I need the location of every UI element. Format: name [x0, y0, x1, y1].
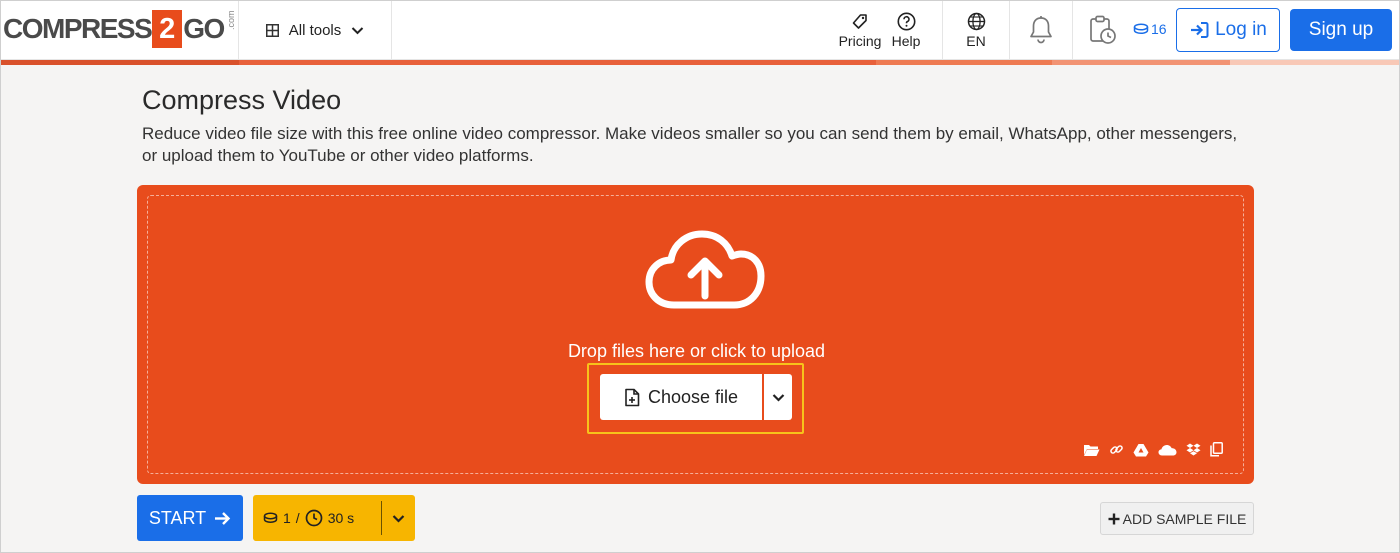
globe-icon — [967, 12, 985, 31]
arrow-right-icon — [215, 511, 231, 525]
logo[interactable]: COMPRESS 2 GO .com — [3, 9, 236, 49]
choose-file-dropdown-toggle[interactable] — [764, 374, 792, 420]
tag-icon — [852, 13, 867, 29]
help-label: Help — [891, 33, 921, 49]
choose-file-label: Choose file — [647, 386, 739, 407]
pricing-link[interactable]: Pricing — [835, 1, 885, 60]
cost-time: 30 s — [327, 510, 355, 526]
conversion-cost-selector[interactable]: 1 / 30 s — [253, 495, 415, 541]
link-icon[interactable] — [1109, 442, 1124, 457]
file-dropzone[interactable]: Drop files here or click to upload Choos… — [137, 185, 1254, 484]
add-sample-file-label: ADD SAMPLE FILE — [1122, 510, 1247, 527]
clipboard-icon[interactable] — [1210, 442, 1223, 457]
logo-suffix: .com — [225, 10, 236, 30]
clipboard-clock-icon — [1090, 15, 1116, 44]
conversion-cost-summary: 1 / 30 s — [253, 495, 381, 541]
cloud-upload-icon — [645, 230, 765, 309]
bell-icon — [1030, 15, 1052, 43]
start-label: START — [148, 507, 207, 528]
credits-indicator[interactable]: 16 — [1133, 21, 1167, 37]
page-description: Reduce video file size with this free on… — [142, 124, 1238, 165]
signup-button[interactable]: Sign up — [1290, 9, 1392, 51]
header-divider — [391, 1, 392, 60]
page-title: Compress Video — [142, 85, 342, 115]
sign-in-icon — [1191, 22, 1209, 38]
chevron-down-icon — [352, 27, 364, 35]
clock-icon — [305, 509, 323, 527]
language-selector[interactable]: EN — [943, 1, 1009, 60]
folder-icon[interactable] — [1083, 443, 1100, 457]
dropbox-icon[interactable] — [1186, 443, 1201, 457]
coins-icon — [263, 512, 278, 523]
all-tools-label: All tools — [288, 22, 342, 39]
help-link[interactable]: Help — [887, 1, 925, 60]
header-accent-stripe — [1, 60, 1399, 65]
drop-instructions: Drop files here or click to upload — [567, 341, 826, 361]
choose-file-focus-outline: Choose file — [587, 363, 804, 434]
history-button[interactable] — [1073, 1, 1131, 60]
google-drive-icon[interactable] — [1133, 443, 1149, 457]
add-sample-file-button[interactable]: ADD SAMPLE FILE — [1100, 502, 1254, 535]
chevron-down-icon — [772, 393, 784, 402]
upload-source-icons — [1083, 442, 1223, 457]
login-button[interactable]: Log in — [1176, 8, 1280, 52]
logo-text-compress: COMPRESS — [3, 13, 153, 44]
signup-label: Sign up — [1308, 19, 1374, 40]
login-label: Log in — [1215, 19, 1267, 40]
all-tools-menu[interactable]: All tools — [239, 1, 391, 60]
dropzone-dashed-border: Drop files here or click to upload Choos… — [147, 195, 1244, 474]
onedrive-icon[interactable] — [1158, 444, 1177, 456]
grid-icon — [265, 24, 279, 37]
question-circle-icon — [897, 12, 915, 31]
choose-file-button[interactable]: Choose file — [600, 374, 762, 420]
start-button[interactable]: START — [137, 495, 243, 541]
language-label: EN — [966, 33, 986, 49]
file-add-icon — [625, 388, 640, 406]
coins-icon — [1133, 23, 1149, 35]
top-header: COMPRESS 2 GO .com All tools Pricing Hel… — [1, 1, 1399, 60]
credits-count: 16 — [1151, 21, 1167, 37]
notifications-button[interactable] — [1010, 1, 1072, 60]
logo-text-go: GO — [183, 13, 225, 44]
cost-credits: 1 — [283, 510, 291, 526]
logo-text-two: 2 — [152, 10, 183, 48]
pricing-label: Pricing — [838, 32, 882, 49]
chevron-down-icon — [392, 514, 405, 523]
cost-dropdown-toggle[interactable] — [382, 495, 415, 541]
plus-icon — [1108, 513, 1120, 524]
cost-separator: / — [295, 510, 300, 526]
